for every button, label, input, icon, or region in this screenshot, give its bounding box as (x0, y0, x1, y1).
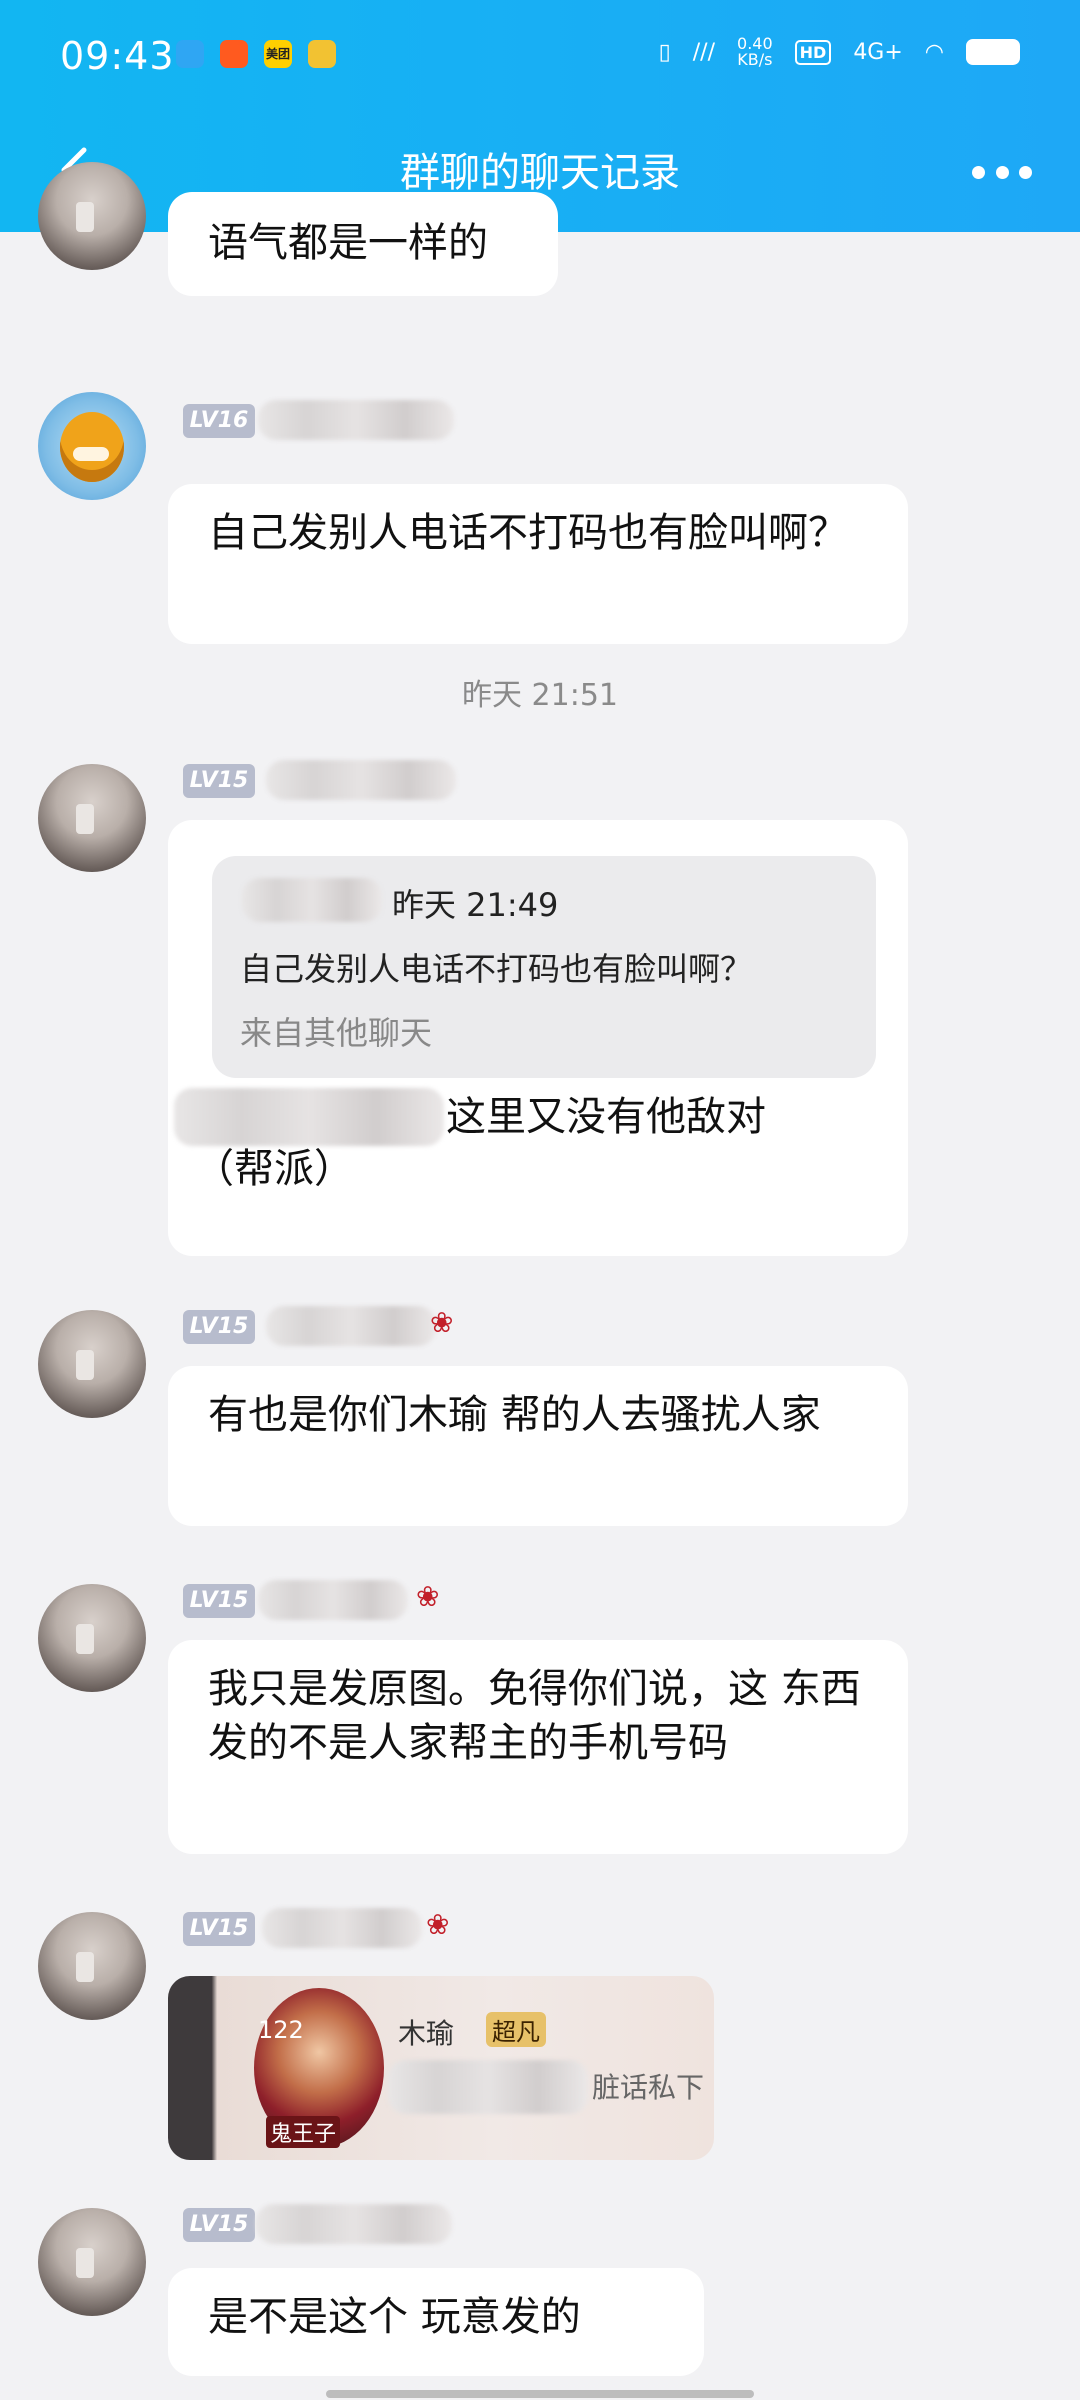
network-type: 4G+ (853, 39, 903, 65)
status-time: 09:43 (60, 34, 175, 78)
avatar[interactable] (38, 1584, 146, 1692)
message-bubble[interactable]: 是不是这个 玩意发的 (168, 2268, 704, 2376)
text-redacted (174, 1088, 444, 1146)
time-divider: 昨天 21:51 (462, 678, 618, 713)
image-number: 122 (258, 2016, 304, 2044)
message-text: （帮派） (194, 1146, 354, 1192)
taobao-icon (220, 40, 248, 68)
dot-icon (972, 165, 985, 179)
message-bubble[interactable]: 自己发别人电话不打码也有脸叫啊？ (168, 484, 908, 644)
hd-icon: HD (794, 39, 832, 65)
nickname-redacted (256, 2204, 452, 2244)
battery-icon (966, 39, 1020, 65)
image-redacted (388, 2060, 588, 2114)
nickname-redacted (258, 400, 454, 440)
message-bubble[interactable]: 我只是发原图。免得你们说，这 东西发的不是人家帮主的手机号码 (168, 1640, 908, 1854)
message-bubble[interactable]: 昨天 21:49 自己发别人电话不打码也有脸叫啊？ 来自其他聊天 这里又没有他敌… (168, 820, 908, 1256)
dot-icon (1019, 165, 1032, 179)
avatar[interactable] (38, 162, 146, 270)
level-badge: LV15 (183, 764, 255, 798)
avatar[interactable] (38, 1912, 146, 2020)
nickname-redacted (266, 760, 456, 800)
vibrate-icon: ▯ (658, 39, 671, 65)
quoted-message[interactable]: 昨天 21:49 自己发别人电话不打码也有脸叫啊？ 来自其他聊天 (212, 856, 876, 1078)
avatar[interactable] (38, 1310, 146, 1418)
app-notify-icon (176, 40, 204, 68)
level-badge: LV15 (183, 1584, 255, 1618)
quoted-text: 自己发别人电话不打码也有脸叫啊？ (240, 950, 753, 988)
avatar[interactable] (38, 392, 146, 500)
level-badge: LV15 (183, 1912, 255, 1946)
image-message[interactable]: 122 鬼王子 木瑜 超凡 脏话私下 (168, 1976, 714, 2160)
level-badge: LV16 (183, 404, 255, 438)
meituan-icon: 美团 (264, 40, 292, 68)
page-title: 群聊的聊天记录 (400, 150, 680, 196)
wifi-icon: ◠ (924, 39, 944, 65)
quoted-source: 来自其他聊天 (240, 1014, 433, 1052)
qqmusic-icon (308, 40, 336, 68)
more-options-button[interactable] (972, 152, 1032, 192)
message-bubble[interactable]: 语气都是一样的 (168, 192, 558, 296)
image-name: 木瑜 (398, 2017, 455, 2050)
level-badge: LV15 (183, 2208, 255, 2242)
nickname-redacted (262, 1908, 422, 1948)
nickname-redacted (266, 1306, 436, 1346)
image-badge: 鬼王子 (266, 2116, 341, 2148)
home-indicator[interactable] (326, 2390, 754, 2398)
image-tag: 超凡 (486, 2012, 546, 2047)
rose-icon: ❀ (426, 1908, 450, 1941)
rose-icon: ❀ (416, 1580, 440, 1613)
signal-hd-icon: /// (692, 39, 716, 65)
message-bubble[interactable]: 有也是你们木瑜 帮的人去骚扰人家 (168, 1366, 908, 1526)
rose-icon: ❀ (430, 1306, 454, 1339)
avatar[interactable] (38, 764, 146, 872)
chat-history[interactable]: 语气都是一样的 LV16 自己发别人电话不打码也有脸叫啊？ 昨天 21:51 L… (0, 162, 1080, 2400)
notification-icons: 美团 (176, 40, 336, 68)
status-bar: 09:43 美团 ▯ /// 0.40 KB/s HD 4G+ ◠ (0, 0, 1080, 120)
network-speed: 0.40 KB/s (737, 34, 773, 69)
system-icons: ▯ /// 0.40 KB/s HD 4G+ ◠ (659, 36, 1020, 68)
image-chat-text: 脏话私下 (592, 2071, 705, 2104)
dot-icon (995, 165, 1009, 179)
nickname-redacted (258, 1580, 408, 1620)
level-badge: LV15 (183, 1310, 255, 1344)
message-text: 这里又没有他敌对 (446, 1094, 766, 1140)
quoted-sender-redacted (242, 878, 382, 922)
avatar[interactable] (38, 2208, 146, 2316)
quoted-time: 昨天 21:49 (392, 886, 559, 924)
